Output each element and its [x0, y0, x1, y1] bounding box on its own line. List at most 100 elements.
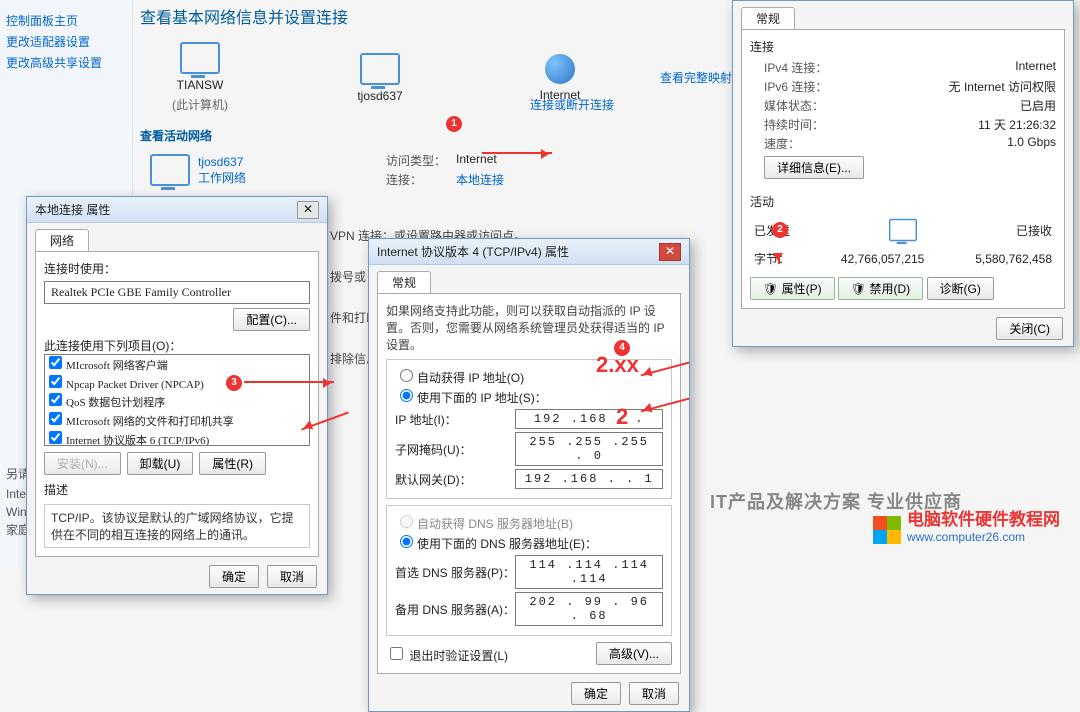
gateway-label: 默认网关(D)：: [395, 471, 515, 488]
access-type-label: 访问类型：: [386, 152, 456, 169]
status-conn-hdr: 连接: [750, 38, 1056, 55]
speed-value: 1.0 Gbps: [1007, 135, 1056, 152]
ipv6-label: IPv6 连接：: [764, 78, 827, 95]
router-icon: [360, 53, 400, 85]
node-this-pc: TIANSW (此计算机): [140, 42, 260, 113]
props-cancel-button[interactable]: 取消: [267, 565, 317, 588]
brand-logo: 电脑软件硬件教程网 www.computer26.com: [873, 505, 1060, 544]
sidebar-home[interactable]: 控制面板主页: [6, 12, 126, 29]
bytes-sent-value: 42,766,057,215: [841, 252, 924, 266]
use-dns-radio[interactable]: [400, 535, 413, 548]
bytes-label: 字节：: [754, 250, 790, 267]
dns2-label: 备用 DNS 服务器(A)：: [395, 601, 515, 618]
protocol-list[interactable]: MIcrosoft 网络客户端 Npcap Packet Driver (NPC…: [44, 354, 310, 446]
status-tab-general[interactable]: 常规: [741, 7, 795, 29]
full-map-link[interactable]: 查看完整映射: [660, 69, 732, 86]
sidebar-sharing[interactable]: 更改高级共享设置: [6, 54, 126, 71]
properties-title: 本地连接 属性: [35, 203, 110, 217]
brand-name: 电脑软件硬件教程网: [907, 505, 1060, 530]
active-network-type[interactable]: 工作网络: [198, 169, 246, 186]
items-label: 此连接使用下列项目(O)：: [44, 337, 310, 354]
node-router-name: tjosd637: [357, 89, 402, 103]
advanced-button[interactable]: 高级(V)...: [596, 642, 672, 665]
install-button: 安装(N)...: [44, 452, 121, 475]
connection-label: 连接：: [386, 171, 456, 188]
details-button[interactable]: 详细信息(E)...: [764, 156, 864, 179]
auto-dns-radio: [400, 515, 413, 528]
auto-ip-radio[interactable]: [400, 369, 413, 382]
diagnose-button[interactable]: 诊断(G): [927, 277, 994, 300]
properties-button[interactable]: 🛡 属性(P): [750, 277, 835, 300]
ip-label: IP 地址(I)：: [395, 411, 515, 428]
computer-icon: [180, 42, 220, 74]
ipv4-cancel-button[interactable]: 取消: [629, 682, 679, 705]
dns1-input[interactable]: 114 .114 .114 .114: [515, 555, 663, 589]
status-activity-hdr: 活动: [750, 193, 1056, 210]
local-connection-link[interactable]: 本地连接: [456, 171, 504, 188]
desc-text: TCP/IP。该协议是默认的广域网络协议，它提供在不同的相互连接的网络上的通讯。: [44, 504, 310, 548]
globe-icon: [545, 54, 575, 84]
ipv4-label: IPv4 连接：: [764, 59, 827, 76]
node-internet: Internet: [500, 54, 620, 102]
mask-label: 子网掩码(U)：: [395, 441, 515, 458]
access-type-value: Internet: [456, 152, 497, 169]
uninstall-button[interactable]: 卸载(U): [127, 452, 194, 475]
duration-label: 持续时间：: [764, 116, 824, 133]
validate-checkbox[interactable]: [390, 647, 403, 660]
configure-button[interactable]: 配置(C)...: [233, 308, 310, 331]
active-network-name[interactable]: tjosd637: [198, 155, 246, 169]
annotation-text: 2: [616, 404, 628, 430]
bytes-recv-value: 5,580,762,458: [975, 252, 1052, 266]
duration-value: 11 天 21:26:32: [978, 116, 1056, 133]
properties-dialog: 本地连接 属性 ✕ 网络 连接时使用： Realtek PCIe GBE Fam…: [26, 196, 328, 595]
list-item: QoS 数据包计划程序: [45, 392, 309, 411]
connect-disconnect-link[interactable]: 连接或断开连接: [530, 96, 614, 113]
status-close-button[interactable]: 关闭(C): [996, 317, 1063, 340]
close-icon[interactable]: ✕: [297, 201, 319, 219]
properties-titlebar: 本地连接 属性 ✕: [27, 197, 327, 223]
ipv6-value: 无 Internet 访问权限: [949, 78, 1056, 95]
node-this-pc-sub: (此计算机): [172, 96, 228, 113]
status-dialog: 常规 连接 IPv4 连接： Internet IPv6 连接： 无 Interne…: [732, 0, 1074, 347]
sidebar-adapter[interactable]: 更改适配器设置: [6, 33, 126, 50]
props-ok-button[interactable]: 确定: [209, 565, 259, 588]
arrow-icon: [244, 381, 334, 383]
desc-label: 描述: [44, 481, 310, 498]
use-dns-label: 使用下面的 DNS 服务器地址(E)：: [417, 537, 597, 551]
arrow-icon: [482, 152, 552, 154]
brand-url: www.computer26.com: [907, 530, 1060, 544]
badge-3: 3: [226, 375, 242, 391]
arrow-icon: [778, 258, 780, 264]
adapter-name: Realtek PCIe GBE Family Controller: [44, 281, 310, 304]
ipv4-tab-general[interactable]: 常规: [377, 271, 431, 293]
close-icon[interactable]: ✕: [659, 243, 681, 261]
media-label: 媒体状态：: [764, 97, 824, 114]
item-properties-button[interactable]: 属性(R): [199, 452, 266, 475]
list-item: Npcap Packet Driver (NPCAP): [45, 374, 309, 392]
node-this-pc-name: TIANSW: [177, 78, 224, 92]
dns1-label: 首选 DNS 服务器(P)：: [395, 564, 515, 581]
ipv4-value: Internet: [1015, 59, 1056, 76]
disable-button[interactable]: 🛡 禁用(D): [838, 277, 923, 300]
list-item: Internet 协议版本 6 (TCP/IPv6): [45, 430, 309, 446]
connect-using-label: 连接时使用：: [44, 260, 310, 277]
media-value: 已启用: [1020, 97, 1056, 114]
list-item: MIcrosoft 网络客户端: [45, 355, 309, 374]
auto-ip-label: 自动获得 IP 地址(O): [417, 371, 524, 385]
use-ip-label: 使用下面的 IP 地址(S)：: [417, 391, 547, 405]
list-item: MIcrosoft 网络的文件和打印机共享: [45, 411, 309, 430]
recv-label: 已接收: [1016, 222, 1052, 239]
use-ip-radio[interactable]: [400, 389, 413, 402]
node-router: tjosd637: [320, 53, 440, 103]
badge-2: 2: [772, 222, 788, 238]
validate-label: 退出时验证设置(L): [409, 649, 508, 663]
annotation-text: 2.xx: [596, 352, 639, 378]
props-tab-network[interactable]: 网络: [35, 229, 89, 251]
ipv4-ok-button[interactable]: 确定: [571, 682, 621, 705]
activity-icon: [889, 219, 917, 241]
mask-input[interactable]: 255 .255 .255 . 0: [515, 432, 663, 466]
gateway-input[interactable]: 192 .168 . . 1: [515, 469, 663, 489]
ipv4-titlebar: Internet 协议版本 4 (TCP/IPv4) 属性 ✕: [369, 239, 689, 265]
dns2-input[interactable]: 202 . 99 . 96 . 68: [515, 592, 663, 626]
auto-dns-label: 自动获得 DNS 服务器地址(B): [417, 517, 573, 531]
